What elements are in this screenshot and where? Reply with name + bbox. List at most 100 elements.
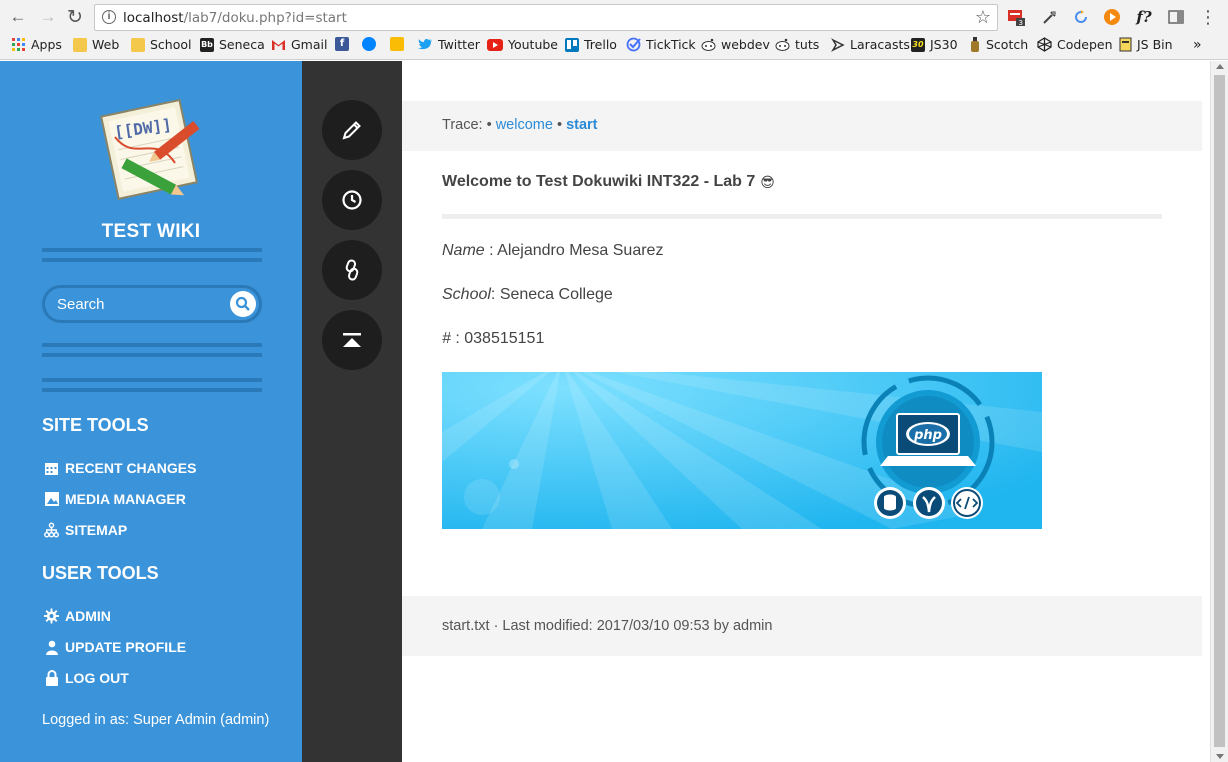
wiki-title[interactable]: TEST WIKI (0, 221, 302, 243)
bookmark-trello[interactable]: Trello (565, 37, 617, 52)
field-value: Seneca College (499, 286, 613, 303)
bookmark-label: webdev (721, 37, 770, 52)
recent-changes-link[interactable]: RECENT CHANGES (44, 460, 196, 476)
bookmarks-overflow-button[interactable]: » (1193, 37, 1202, 53)
admin-link[interactable]: ADMIN (44, 608, 111, 624)
eyedropper-icon[interactable] (1040, 7, 1060, 27)
trace-link-welcome[interactable]: welcome (496, 117, 553, 133)
bookmarks-bar: Apps Web School Bb Seneca Gmail f Twitte… (0, 35, 1228, 55)
name-field: Name : Alejandro Mesa Suarez (442, 242, 663, 260)
media-manager-link[interactable]: MEDIA MANAGER (44, 491, 186, 507)
dokuwiki-logo[interactable]: [[DW]] (95, 93, 207, 205)
bookmark-jsbin[interactable]: JS Bin (1119, 37, 1173, 52)
bookmark-web[interactable]: Web (73, 37, 119, 52)
url-text[interactable]: localhost/lab7/doku.php?id=start (123, 10, 347, 26)
bookmark-laracasts[interactable]: Laracasts (831, 37, 910, 52)
bookmark-apps[interactable]: Apps (12, 37, 62, 52)
banner-code-icon (951, 487, 983, 519)
blackboard-icon: Bb (200, 37, 214, 52)
page-footer: start.txt · Last modified: 2017/03/10 09… (402, 596, 1202, 656)
bookmark-label: tuts (795, 37, 820, 52)
scrollbar-thumb[interactable] (1214, 75, 1225, 747)
divider (42, 343, 262, 347)
field-separator: : (450, 330, 465, 347)
update-profile-link[interactable]: UPDATE PROFILE (44, 639, 186, 655)
log-out-label: LOG OUT (65, 670, 129, 686)
sitemap-link[interactable]: SITEMAP (44, 522, 127, 538)
fonts-icon[interactable]: f? (1134, 7, 1154, 27)
bookmark-keep[interactable] (390, 37, 404, 51)
edit-page-button[interactable] (322, 100, 382, 160)
page-tools (302, 61, 402, 762)
forward-arrow-icon[interactable]: → (36, 5, 60, 29)
bookmark-scotch[interactable]: Scotch (969, 37, 1028, 52)
reddit-icon (701, 38, 716, 51)
bookmark-seneca[interactable]: Bb Seneca (200, 37, 265, 52)
reload-icon[interactable]: ↻ (63, 5, 87, 29)
bookmark-star-icon[interactable]: ☆ (975, 7, 991, 28)
bookmark-label: Trello (584, 37, 617, 52)
play-icon[interactable] (1102, 7, 1122, 27)
ticktick-icon (626, 37, 641, 52)
php-banner-image[interactable]: php (442, 372, 1042, 529)
messenger-icon (362, 37, 376, 51)
apps-grid-icon (12, 37, 25, 51)
scrollbar[interactable] (1210, 61, 1228, 762)
keep-icon (390, 37, 404, 51)
scroll-up-arrow-icon[interactable] (1216, 64, 1224, 69)
bookmark-label: Apps (31, 37, 62, 52)
trace-link-start[interactable]: start (566, 117, 597, 133)
divider (42, 248, 262, 252)
bookmark-youtube[interactable]: Youtube (487, 37, 558, 52)
search-button[interactable] (230, 291, 256, 317)
divider (42, 353, 262, 357)
info-icon[interactable]: i (102, 10, 116, 24)
bookmark-label: Scotch (986, 37, 1029, 52)
sync-icon[interactable] (1071, 7, 1091, 27)
old-revisions-button[interactable] (322, 170, 382, 230)
bookmark-twitter[interactable]: Twitter (418, 37, 480, 52)
log-out-link[interactable]: LOG OUT (44, 670, 129, 686)
url-path: /lab7/doku.php?id=start (183, 10, 347, 26)
sidebar: [[DW]] TEST WIKI SITE TOOLS RECENT CHANG… (0, 61, 302, 762)
bookmark-gmail[interactable]: Gmail (271, 37, 327, 52)
sitemap-label: SITEMAP (65, 522, 128, 538)
scroll-down-arrow-icon[interactable] (1216, 754, 1224, 759)
logged-in-text: Logged in as: Super Admin (admin) (42, 712, 270, 728)
youtube-icon (487, 38, 503, 51)
user-tools-heading: USER TOOLS (42, 563, 159, 583)
bookmark-facebook[interactable]: f (335, 37, 349, 51)
bookmark-label: Seneca (219, 37, 265, 52)
search-input[interactable] (57, 294, 227, 314)
bookmark-label: Youtube (508, 37, 558, 52)
bookmark-webdev[interactable]: webdev (701, 37, 770, 52)
bookmark-codepen[interactable]: Codepen (1037, 37, 1113, 52)
bookmark-messenger[interactable] (362, 37, 376, 51)
gmail-icon (272, 39, 285, 50)
bookmark-label: Laracasts (850, 37, 910, 52)
back-arrow-icon[interactable]: ← (6, 5, 30, 29)
address-bar[interactable]: i localhost/lab7/doku.php?id=start ☆ (94, 4, 998, 31)
sidebar-icon[interactable] (1166, 7, 1186, 27)
gear-icon (44, 608, 59, 624)
gmail-counter-icon[interactable]: 3 (1006, 7, 1026, 27)
bookmark-school[interactable]: School (131, 37, 192, 52)
search-icon (235, 296, 250, 311)
calendar-icon (44, 461, 59, 476)
backlinks-button[interactable] (322, 240, 382, 300)
back-to-top-button[interactable] (322, 310, 382, 370)
bookmark-label: Codepen (1057, 37, 1113, 52)
trace-label: Trace: (442, 117, 483, 133)
page-title-text: Welcome to Test Dokuwiki INT322 - Lab 7 (442, 173, 756, 190)
menu-kebab-icon[interactable]: ⋮ (1198, 7, 1218, 27)
laracasts-icon (831, 37, 845, 52)
school-field: School: Seneca College (442, 286, 613, 304)
field-value: 038515151 (464, 330, 545, 347)
search-box (42, 285, 262, 323)
banner-database-icon (874, 487, 906, 519)
bookmark-ticktick[interactable]: TickTick (626, 37, 696, 52)
bookmark-label: JS30 (930, 37, 958, 52)
bookmark-tuts[interactable]: tuts (775, 37, 819, 52)
field-label: School (442, 286, 491, 303)
bookmark-js30[interactable]: 30 JS30 (911, 37, 958, 52)
